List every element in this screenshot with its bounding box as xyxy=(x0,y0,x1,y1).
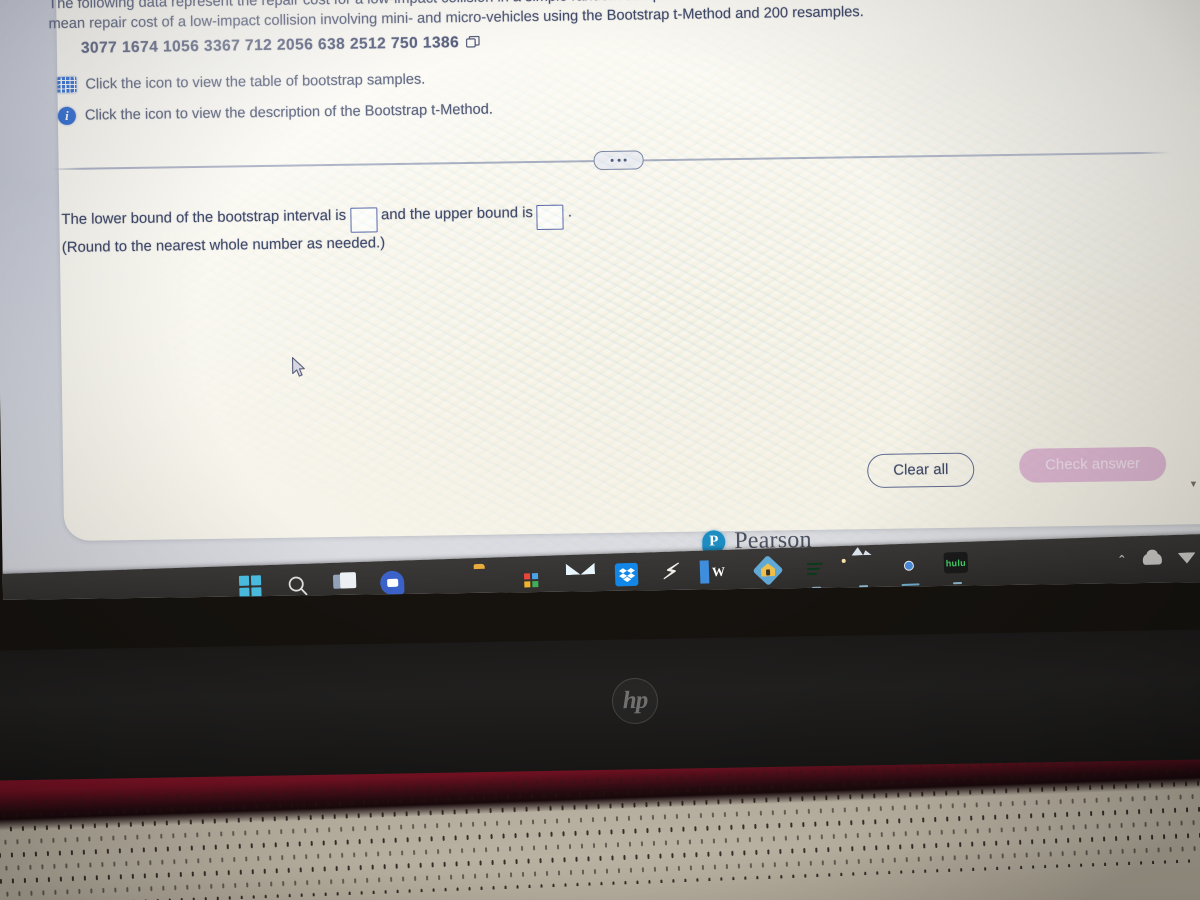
hulu-glyph: hulu xyxy=(943,551,969,574)
lower-bound-label: The lower bound of the bootstrap interva… xyxy=(61,207,347,229)
wifi-icon[interactable] xyxy=(1177,551,1197,564)
view-bootstrap-table-link[interactable]: Click the icon to view the table of boot… xyxy=(57,71,426,94)
view-method-description-link[interactable]: i Click the icon to view the description… xyxy=(57,101,494,126)
laptop-screen-photo: hp The following data represent the repa… xyxy=(0,0,1200,900)
laptop-bezel xyxy=(0,629,1200,781)
spotify-icon[interactable] xyxy=(803,556,830,589)
more-options-button[interactable] xyxy=(593,150,644,171)
edge-icon[interactable] xyxy=(427,569,454,596)
question-content: The following data represent the repair … xyxy=(0,0,1200,566)
photos-icon[interactable] xyxy=(841,555,877,588)
lower-bound-input[interactable] xyxy=(349,207,378,233)
bolt-icon[interactable]: ⚡︎ xyxy=(662,560,689,588)
word-icon[interactable]: W xyxy=(699,560,736,593)
view-bootstrap-table-label: Click the icon to view the table of boot… xyxy=(85,71,426,93)
table-icon[interactable] xyxy=(57,76,77,94)
chevron-up-icon[interactable]: ⌃ xyxy=(1117,553,1128,567)
rounding-note: (Round to the nearest whole number as ne… xyxy=(61,235,386,257)
dot-3 xyxy=(623,158,627,162)
system-tray: ⌃ xyxy=(1117,550,1197,567)
chrome-icon[interactable] xyxy=(897,553,924,586)
home-security-icon[interactable] xyxy=(752,554,784,586)
dot-2 xyxy=(617,158,621,162)
file-explorer-icon[interactable] xyxy=(474,567,501,600)
mouse-cursor xyxy=(291,357,305,377)
mail-icon[interactable] xyxy=(568,564,595,591)
running-indicator xyxy=(952,581,963,585)
microsoft-store-icon[interactable] xyxy=(521,566,548,593)
answer-prompt-period: . xyxy=(567,204,573,221)
view-method-description-label: Click the icon to view the description o… xyxy=(84,101,494,124)
info-icon[interactable]: i xyxy=(57,106,77,126)
scrollbar-down-arrow[interactable]: ▾ xyxy=(1187,478,1199,490)
running-indicator xyxy=(901,582,920,586)
hulu-icon[interactable]: hulu xyxy=(943,551,971,585)
upper-bound-input[interactable] xyxy=(536,204,565,230)
upper-bound-label: and the upper bound is xyxy=(380,205,534,224)
data-values-row: 3077 1674 1056 3367 712 2056 638 2512 75… xyxy=(81,33,481,61)
check-answer-button[interactable]: Check answer xyxy=(1018,446,1167,483)
laptop-display: The following data represent the repair … xyxy=(0,0,1200,600)
copy-icon[interactable] xyxy=(466,35,481,55)
clear-all-button[interactable]: Clear all xyxy=(867,452,975,489)
teams-chat-icon[interactable] xyxy=(379,570,407,597)
dropbox-icon[interactable] xyxy=(614,562,642,590)
question-stem: The following data represent the repair … xyxy=(48,0,1158,33)
dot-1 xyxy=(610,158,614,162)
answer-prompt: The lower bound of the bootstrap interva… xyxy=(61,199,762,259)
running-indicator xyxy=(859,584,869,588)
data-values: 3077 1674 1056 3367 712 2056 638 2512 75… xyxy=(80,34,460,57)
onedrive-cloud-icon[interactable] xyxy=(1142,552,1163,565)
